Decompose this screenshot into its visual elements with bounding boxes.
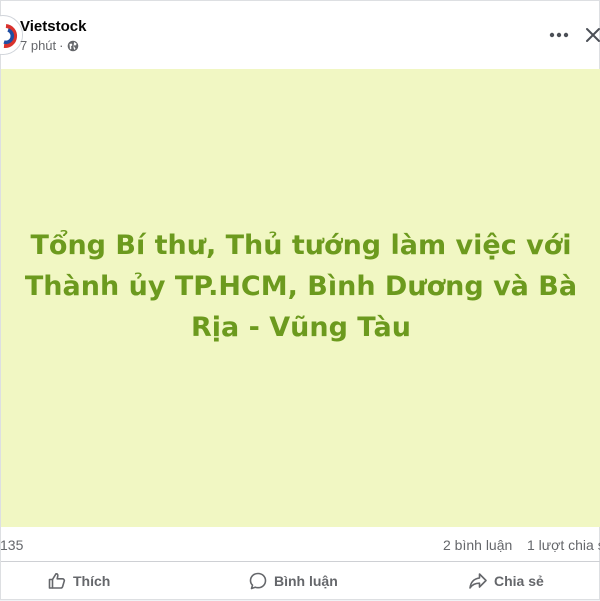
share-label: Chia sẻ: [494, 573, 544, 589]
page-name[interactable]: Vietstock: [20, 18, 86, 36]
post-card: Vietstock 7 phút · Tổng Bí thư, Thủ tướn…: [0, 0, 600, 600]
post-stats: 135 2 bình luận 1 lượt chia sẻ: [0, 527, 600, 563]
post-header: Vietstock 7 phút ·: [0, 1, 600, 69]
comment-label: Bình luận: [274, 573, 338, 589]
globe-icon: [67, 40, 78, 52]
comment-icon: [249, 572, 267, 590]
like-button[interactable]: Thích: [47, 566, 110, 596]
thumbs-up-icon: [48, 572, 66, 589]
post-actions: Thích Bình luận Chia sẻ: [1, 562, 600, 601]
post-content[interactable]: Tổng Bí thư, Thủ tướng làm việc với Thàn…: [1, 69, 600, 527]
more-horizontal-icon: [549, 32, 569, 38]
shares-count[interactable]: 1 lượt chia sẻ: [527, 537, 600, 553]
more-options-button[interactable]: [541, 21, 577, 49]
close-icon: [586, 28, 600, 42]
comments-count[interactable]: 2 bình luận: [443, 537, 512, 553]
post-meta: 7 phút ·: [20, 38, 79, 54]
share-icon: [469, 573, 487, 589]
share-button[interactable]: Chia sẻ: [468, 566, 544, 596]
reactions-count[interactable]: 135: [0, 537, 23, 553]
comment-button[interactable]: Bình luận: [248, 566, 338, 596]
like-label: Thích: [73, 573, 111, 589]
post-time[interactable]: 7 phút: [20, 38, 56, 54]
post-content-text: Tổng Bí thư, Thủ tướng làm việc với Thàn…: [24, 229, 578, 343]
close-button[interactable]: [579, 21, 600, 49]
